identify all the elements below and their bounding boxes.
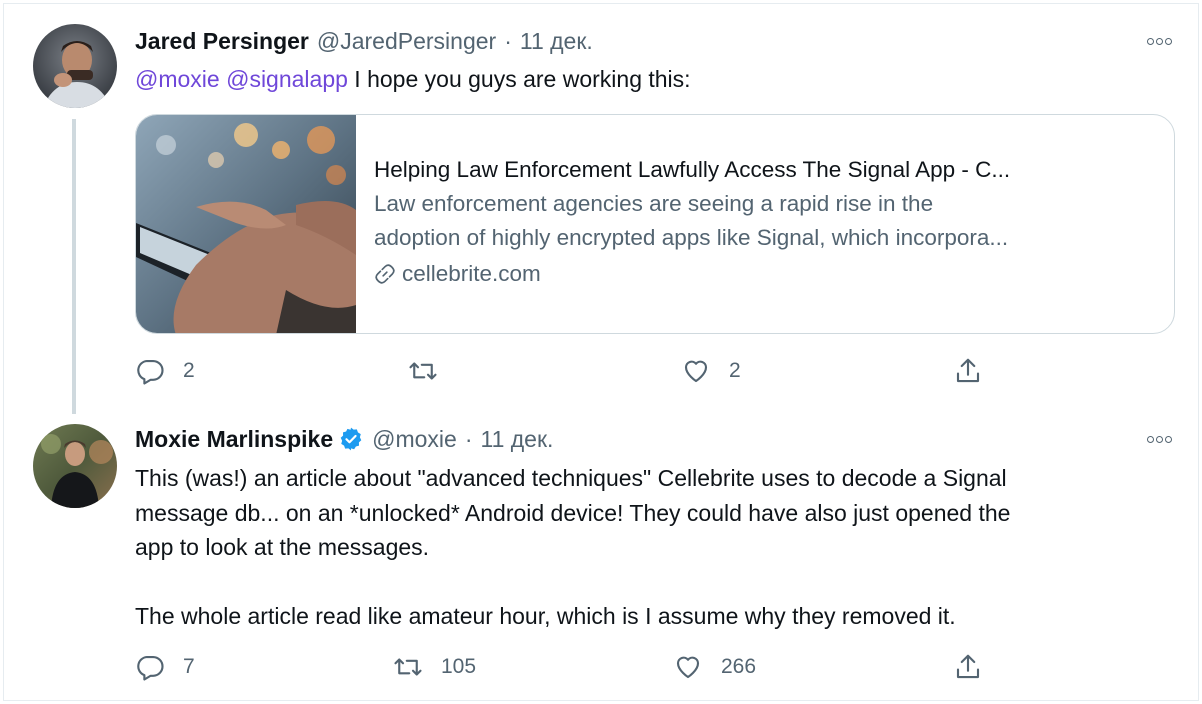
header-separator: ·	[464, 425, 473, 452]
reply-count: 2	[183, 359, 195, 382]
thread-connector-line	[72, 119, 76, 414]
retweet-count: 105	[441, 655, 477, 678]
link-card-body: Helping Law Enforcement Lawfully Access …	[374, 153, 1152, 291]
tweet-actions: 2 2	[135, 354, 1035, 388]
link-card-domain: cellebrite.com	[402, 261, 541, 286]
link-card-description: adoption of highly encrypted apps like S…	[374, 225, 1009, 250]
phone-photo-image	[136, 115, 356, 333]
tweet-actions: 7 105 266	[135, 650, 1035, 684]
share-icon	[956, 654, 980, 679]
share-button[interactable]	[953, 354, 983, 388]
like-icon	[684, 360, 708, 383]
like-count: 266	[721, 655, 757, 678]
like-icon	[676, 656, 700, 679]
more-options-button[interactable]	[1142, 427, 1176, 451]
tweet-date[interactable]: 11 дек.	[481, 426, 554, 453]
tweet-text-line: This (was!) an article about "advanced t…	[135, 465, 1007, 491]
link-preview-card[interactable]: Helping Law Enforcement Lawfully Access …	[135, 114, 1175, 334]
more-icon-dot	[1164, 435, 1172, 443]
more-icon-dot	[1164, 37, 1172, 45]
more-icon	[1146, 37, 1154, 45]
mention-link[interactable]: @signalapp	[226, 66, 348, 92]
reply-count: 7	[183, 655, 195, 678]
more-icon	[1146, 435, 1154, 443]
link-icon	[375, 264, 395, 284]
link-card-domain-row: cellebrite.com	[374, 257, 1152, 291]
link-card-title: Helping Law Enforcement Lawfully Access …	[374, 157, 1011, 182]
like-count: 2	[729, 359, 741, 382]
retweet-icon	[394, 658, 422, 676]
share-button[interactable]	[953, 650, 983, 684]
mention-link[interactable]: @moxie	[135, 66, 220, 92]
tweet-header: Moxie Marlinspike @moxie · 11 дек.	[135, 422, 553, 456]
reply-button[interactable]: 2	[135, 354, 195, 388]
retweet-button[interactable]: 105	[393, 650, 476, 684]
retweet-button[interactable]	[408, 354, 456, 388]
link-card-description: Law enforcement agencies are seeing a ra…	[374, 191, 934, 216]
avatar-moxie-marlinspike[interactable]	[33, 424, 117, 508]
reply-icon	[137, 655, 164, 681]
author-name[interactable]: Moxie Marlinspike	[135, 426, 333, 453]
reply-button[interactable]: 7	[135, 650, 195, 684]
tweet-body-text: I hope you guys are working this:	[347, 66, 691, 92]
tweet-text: @moxie @signalapp I hope you guys are wo…	[135, 62, 691, 97]
author-handle[interactable]: @JaredPersinger	[317, 28, 496, 55]
more-icon-dot	[1155, 435, 1163, 443]
header-separator: ·	[504, 27, 512, 54]
like-button[interactable]: 266	[673, 650, 756, 684]
tweet-text-line: message db... on an *unlocked* Android d…	[135, 499, 1011, 526]
like-button[interactable]: 2	[681, 354, 741, 388]
author-handle[interactable]: @moxie	[372, 426, 457, 453]
tweet-text-line: app to look at the messages.	[135, 534, 430, 560]
tweet-header: Jared Persinger @JaredPersinger · 11 дек…	[135, 24, 593, 58]
more-options-button[interactable]	[1142, 29, 1176, 53]
tweet-text: This (was!) an article about "advanced t…	[135, 461, 1010, 634]
more-icon-dot	[1155, 37, 1163, 45]
tweet-text-line: The whole article read like amateur hour…	[135, 603, 956, 629]
reply-icon	[137, 359, 164, 385]
author-name[interactable]: Jared Persinger	[135, 28, 309, 55]
tweet-date[interactable]: 11 дек.	[520, 28, 593, 55]
share-icon	[956, 358, 980, 383]
retweet-icon	[409, 362, 437, 380]
verified-badge-icon	[340, 427, 362, 451]
avatar-jared-persinger[interactable]	[33, 24, 117, 108]
